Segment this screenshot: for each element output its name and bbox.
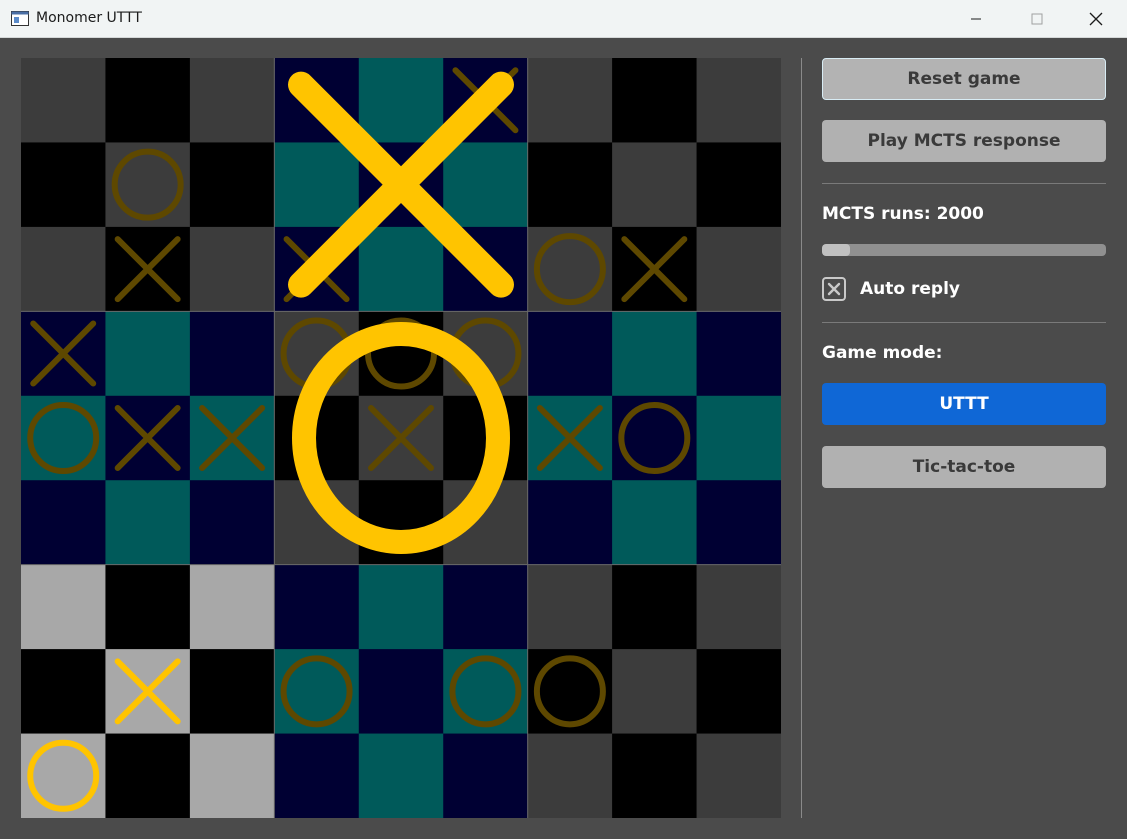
board-cell[interactable] <box>696 733 781 818</box>
board-cell[interactable] <box>612 395 698 481</box>
board-cell[interactable] <box>358 733 444 818</box>
minimize-icon <box>971 18 981 20</box>
board-cell[interactable] <box>527 226 613 312</box>
close-icon <box>1089 12 1103 26</box>
board-cell[interactable] <box>189 226 275 312</box>
board-cell[interactable] <box>189 480 275 566</box>
panel-divider <box>801 58 802 818</box>
window-title: Monomer UTTT <box>36 10 142 26</box>
app-window-icon <box>11 11 29 26</box>
board-cell[interactable] <box>612 58 698 143</box>
board-cell[interactable] <box>527 58 613 143</box>
board-cell[interactable] <box>21 58 106 143</box>
board-cell[interactable] <box>189 564 275 650</box>
mcts-progress-bar[interactable] <box>822 244 1106 256</box>
board-cell[interactable] <box>21 564 106 650</box>
close-button[interactable] <box>1073 0 1119 38</box>
play-mcts-button[interactable]: Play MCTS response <box>822 120 1106 162</box>
mcts-progress-fill <box>822 244 851 256</box>
board-cell[interactable] <box>21 142 106 228</box>
board-cell[interactable] <box>696 649 781 735</box>
board-cell[interactable] <box>527 311 613 397</box>
board-cell[interactable] <box>612 733 698 818</box>
board-cell[interactable] <box>696 564 781 650</box>
board-cell[interactable] <box>612 480 698 566</box>
board-cell[interactable] <box>274 142 360 228</box>
auto-reply-checkbox[interactable] <box>822 277 846 301</box>
board-cell[interactable] <box>105 480 191 566</box>
board-cell[interactable] <box>527 649 613 735</box>
board-cell[interactable] <box>105 564 191 650</box>
board-cell[interactable] <box>21 649 106 735</box>
board-cell[interactable] <box>21 733 106 818</box>
game-mode-label: Game mode: <box>822 343 943 363</box>
board-cell[interactable] <box>612 142 698 228</box>
board-cell[interactable] <box>105 311 191 397</box>
board-cell[interactable] <box>21 395 106 481</box>
mode-uttt-button[interactable]: UTTT <box>822 383 1106 425</box>
maximize-button[interactable] <box>1014 0 1060 38</box>
board-cell[interactable] <box>527 142 613 228</box>
board-cell[interactable] <box>443 733 529 818</box>
auto-reply-label: Auto reply <box>860 279 960 299</box>
maximize-icon <box>1031 13 1043 25</box>
board-canvas <box>21 58 781 818</box>
board-cell[interactable] <box>189 311 275 397</box>
board-cell[interactable] <box>696 58 781 143</box>
game-board <box>21 58 781 818</box>
board-cell[interactable] <box>274 649 360 735</box>
board-cell[interactable] <box>527 564 613 650</box>
title-bar: Monomer UTTT <box>0 0 1127 38</box>
board-cell[interactable] <box>358 564 444 650</box>
minimize-button[interactable] <box>953 0 999 38</box>
board-cell[interactable] <box>105 733 191 818</box>
board-cell[interactable] <box>358 58 444 143</box>
board-cell[interactable] <box>527 733 613 818</box>
board-cell[interactable] <box>696 142 781 228</box>
board-cell[interactable] <box>189 142 275 228</box>
board-cell[interactable] <box>443 142 529 228</box>
board-cell[interactable] <box>696 311 781 397</box>
board-cell[interactable] <box>21 226 106 312</box>
board-cell[interactable] <box>696 395 781 481</box>
board-cell[interactable] <box>612 564 698 650</box>
board-cell[interactable] <box>274 564 360 650</box>
divider <box>822 183 1106 184</box>
mcts-runs-label: MCTS runs: 2000 <box>822 204 984 224</box>
board-cell[interactable] <box>612 311 698 397</box>
checkmark-x-icon <box>827 282 841 296</box>
divider <box>822 322 1106 323</box>
board-cell[interactable] <box>189 58 275 143</box>
board-cell[interactable] <box>189 649 275 735</box>
board-cell[interactable] <box>105 58 191 143</box>
board-cell[interactable] <box>443 564 529 650</box>
board-cell[interactable] <box>189 733 275 818</box>
board-cell[interactable] <box>358 649 444 735</box>
mode-tictactoe-button[interactable]: Tic-tac-toe <box>822 446 1106 488</box>
board-cell[interactable] <box>696 480 781 566</box>
reset-game-button[interactable]: Reset game <box>822 58 1106 100</box>
board-cell[interactable] <box>696 226 781 312</box>
board-cell[interactable] <box>358 226 444 312</box>
board-cell[interactable] <box>274 733 360 818</box>
board-cell[interactable] <box>612 649 698 735</box>
board-cell[interactable] <box>443 649 529 735</box>
board-cell[interactable] <box>527 480 613 566</box>
board-cell[interactable] <box>105 142 191 228</box>
board-cell[interactable] <box>21 480 106 566</box>
